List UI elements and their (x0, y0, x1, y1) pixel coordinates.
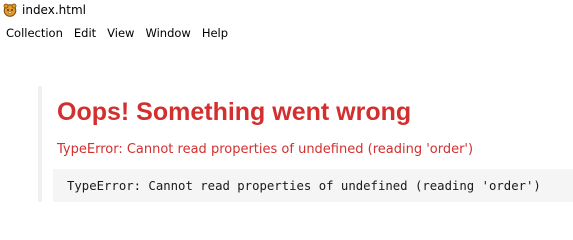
error-message: TypeError: Cannot read properties of und… (57, 142, 474, 157)
error-panel: Oops! Something went wrong TypeError: Ca… (38, 86, 573, 202)
window-title: index.html (22, 3, 86, 17)
menu-view[interactable]: View (101, 24, 139, 42)
menu-window[interactable]: Window (139, 24, 195, 42)
app-logo-icon (3, 3, 17, 17)
title-bar: index.html (0, 0, 573, 22)
error-stack-trace: TypeError: Cannot read properties of und… (53, 169, 573, 202)
menu-bar: Collection Edit View Window Help (0, 24, 233, 42)
menu-collection[interactable]: Collection (0, 24, 68, 42)
menu-help[interactable]: Help (196, 24, 233, 42)
error-heading: Oops! Something went wrong (57, 98, 412, 126)
menu-edit[interactable]: Edit (68, 24, 101, 42)
